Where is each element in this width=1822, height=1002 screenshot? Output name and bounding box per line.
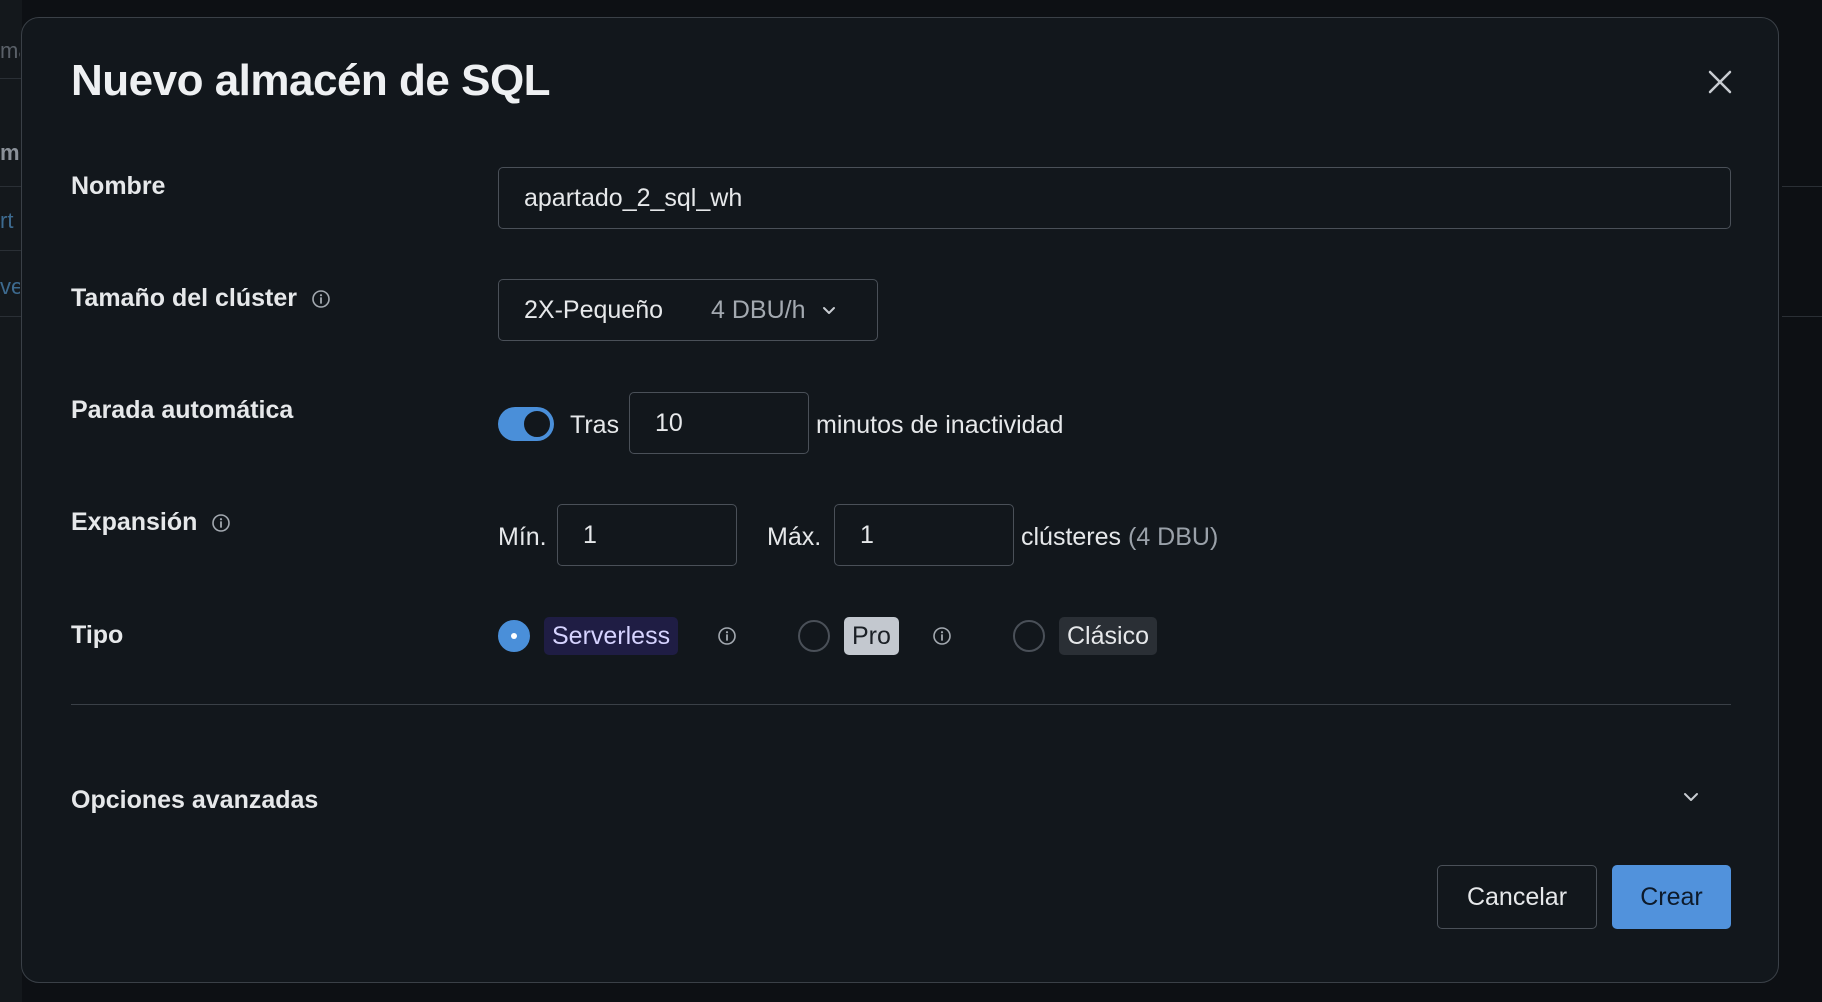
auto-stop-minutes-input[interactable] bbox=[629, 392, 809, 454]
background-text: rt bbox=[0, 208, 14, 233]
scaling-suffix-text: clústeres bbox=[1021, 523, 1122, 551]
info-icon[interactable] bbox=[932, 626, 952, 646]
background-text: m bbox=[0, 140, 20, 165]
auto-stop-label-text: Parada automática bbox=[71, 396, 294, 424]
auto-stop-toggle[interactable] bbox=[498, 407, 554, 441]
scaling-label-text: Expansión bbox=[71, 508, 198, 536]
info-icon[interactable] bbox=[311, 289, 331, 309]
close-icon[interactable] bbox=[1704, 66, 1736, 98]
type-label: Tipo bbox=[71, 621, 123, 650]
cluster-size-label: Tamaño del clúster bbox=[71, 284, 331, 313]
type-radio-serverless[interactable] bbox=[498, 620, 530, 652]
scaling-min-input[interactable] bbox=[557, 504, 737, 566]
auto-stop-suffix: minutos de inactividad bbox=[816, 411, 1064, 439]
scaling-max-input[interactable] bbox=[834, 504, 1014, 566]
new-sql-warehouse-dialog: Nuevo almacén de SQL Nombre Tamaño del c… bbox=[21, 17, 1779, 983]
section-divider bbox=[71, 704, 1731, 705]
cluster-size-dbu: 4 DBU/h bbox=[711, 295, 806, 324]
radio-dot bbox=[511, 633, 517, 639]
cluster-size-select[interactable]: 2X-Pequeño 4 DBU/h bbox=[498, 279, 878, 341]
chevron-down-icon[interactable] bbox=[1680, 786, 1702, 808]
background-text: ve bbox=[0, 274, 20, 299]
chevron-down-icon bbox=[822, 307, 835, 314]
cluster-size-value: 2X-Pequeño bbox=[524, 295, 664, 324]
type-option-pro[interactable]: Pro bbox=[844, 617, 899, 655]
info-icon[interactable] bbox=[717, 626, 737, 646]
scaling-label: Expansión bbox=[71, 508, 231, 537]
type-option-clasico[interactable]: Clásico bbox=[1059, 617, 1157, 655]
advanced-options-label[interactable]: Opciones avanzadas bbox=[71, 786, 318, 815]
scaling-dbu: (4 DBU) bbox=[1128, 523, 1219, 551]
name-label: Nombre bbox=[71, 172, 165, 201]
type-radio-clasico[interactable] bbox=[1013, 620, 1045, 652]
scaling-suffix: clústeres (4 DBU) bbox=[1021, 523, 1218, 552]
background-divider bbox=[1782, 186, 1822, 187]
cancel-button[interactable]: Cancelar bbox=[1437, 865, 1597, 929]
background-divider bbox=[1782, 316, 1822, 317]
type-label-text: Tipo bbox=[71, 621, 124, 649]
name-label-text: Nombre bbox=[71, 172, 166, 200]
background-divider bbox=[0, 186, 22, 187]
scaling-min-label: Mín. bbox=[498, 523, 547, 551]
auto-stop-prefix: Tras bbox=[570, 411, 620, 439]
type-radio-pro[interactable] bbox=[798, 620, 830, 652]
background-divider bbox=[0, 78, 22, 79]
background-divider bbox=[0, 250, 22, 251]
background-divider bbox=[0, 316, 22, 317]
create-button[interactable]: Crear bbox=[1612, 865, 1731, 929]
type-option-serverless[interactable]: Serverless bbox=[544, 617, 679, 655]
toggle-knob bbox=[522, 409, 552, 439]
dialog-title: Nuevo almacén de SQL bbox=[71, 56, 551, 105]
scaling-max-label: Máx. bbox=[767, 523, 822, 551]
cluster-size-label-text: Tamaño del clúster bbox=[71, 284, 297, 312]
info-icon[interactable] bbox=[211, 513, 231, 533]
name-input[interactable] bbox=[498, 167, 1731, 229]
auto-stop-label: Parada automática bbox=[71, 396, 293, 425]
background-text: ma bbox=[0, 38, 20, 63]
